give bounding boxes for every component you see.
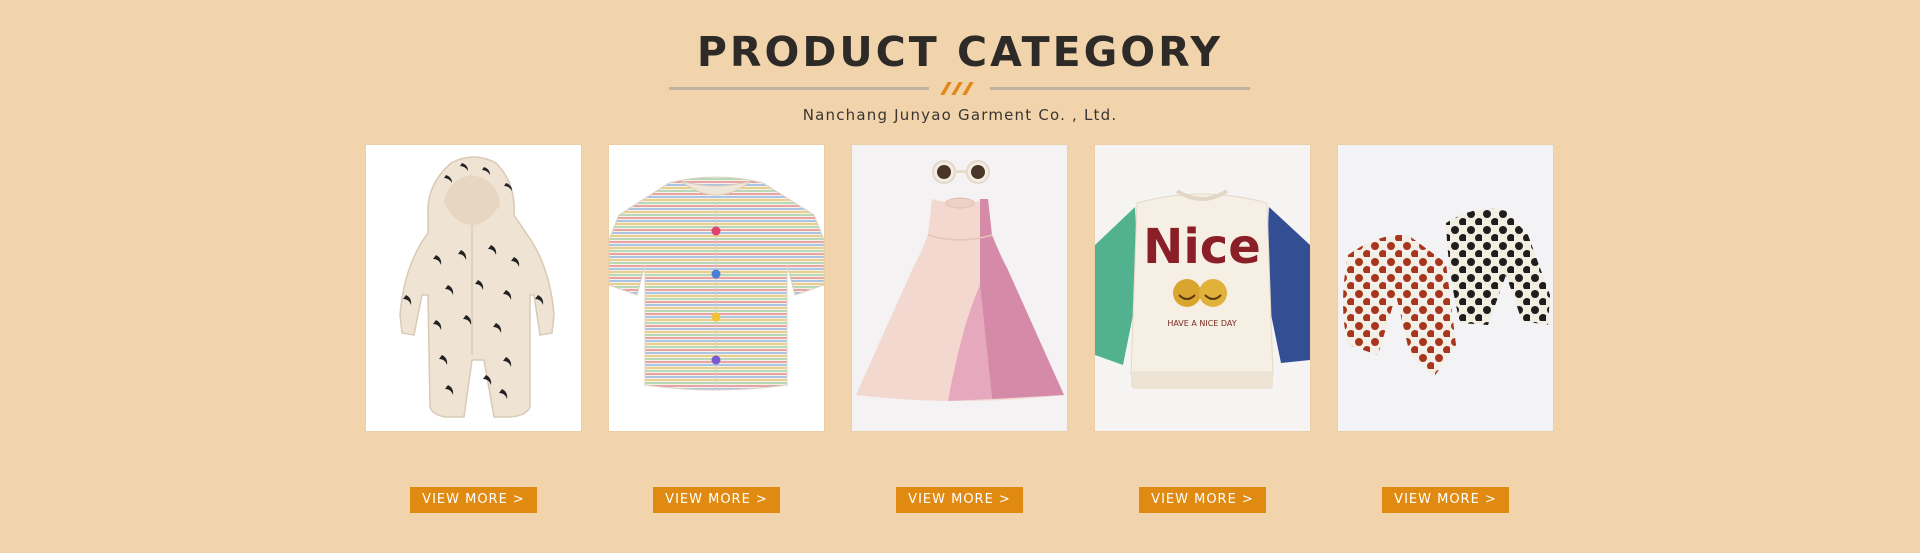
product-card-pants[interactable] <box>1338 145 1553 431</box>
view-more-button-pants[interactable]: VIEW MORE > <box>1382 487 1509 513</box>
view-more-button-dress[interactable]: VIEW MORE > <box>896 487 1023 513</box>
product-card-sweatshirt[interactable]: Nice HAVE A NICE DAY <box>1095 145 1310 431</box>
page-title: PRODUCT CATEGORY <box>696 28 1224 76</box>
product-card-romper[interactable] <box>366 145 581 431</box>
product-image-pants[interactable] <box>1338 145 1553 431</box>
title-divider-left <box>669 87 929 90</box>
sweatshirt-print-text: Nice <box>1143 219 1261 275</box>
product-image-dress[interactable] <box>852 145 1067 431</box>
product-image-cardigan[interactable] <box>609 145 824 431</box>
product-card-dress[interactable] <box>852 145 1067 431</box>
slash-accent-icon <box>940 82 980 96</box>
product-image-sweatshirt[interactable]: Nice HAVE A NICE DAY <box>1095 145 1310 431</box>
section-header: PRODUCT CATEGORY Nanchang Junyao Garment… <box>0 0 1920 130</box>
view-more-button-romper[interactable]: VIEW MORE > <box>410 487 537 513</box>
view-more-button-cardigan[interactable]: VIEW MORE > <box>653 487 780 513</box>
view-more-button-sweatshirt[interactable]: VIEW MORE > <box>1139 487 1266 513</box>
company-subtitle: Nanchang Junyao Garment Co. , Ltd. <box>802 106 1118 124</box>
sweatshirt-print-subtext: HAVE A NICE DAY <box>1167 319 1236 328</box>
product-card-cardigan[interactable] <box>609 145 824 431</box>
title-divider-right <box>990 87 1250 90</box>
product-image-romper[interactable] <box>366 145 581 431</box>
